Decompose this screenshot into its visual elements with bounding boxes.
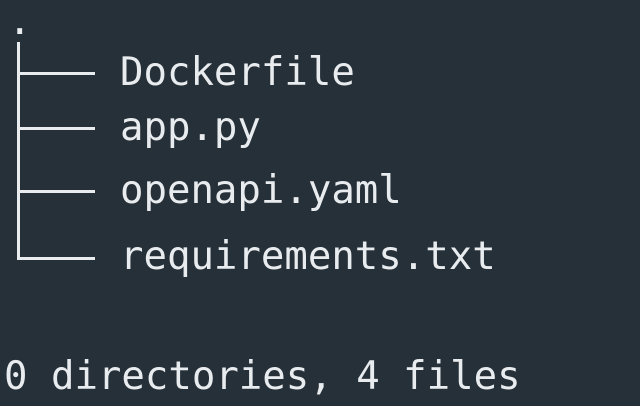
tree-branch-line (17, 257, 95, 260)
tree-branch-line (17, 72, 95, 75)
tree-entry-app-py: app.py (120, 105, 261, 150)
tree-entry-requirements-txt: requirements.txt (120, 234, 496, 279)
tree-root: . (8, 0, 32, 44)
tree-summary: 0 directories, 4 files (4, 354, 521, 399)
tree-entry-openapi-yaml: openapi.yaml (120, 168, 402, 213)
tree-branch-line (17, 127, 95, 130)
terminal-output: . Dockerfile app.py openapi.yaml require… (0, 0, 640, 406)
tree-entry-dockerfile: Dockerfile (120, 50, 355, 95)
tree-branch-line (17, 190, 95, 193)
